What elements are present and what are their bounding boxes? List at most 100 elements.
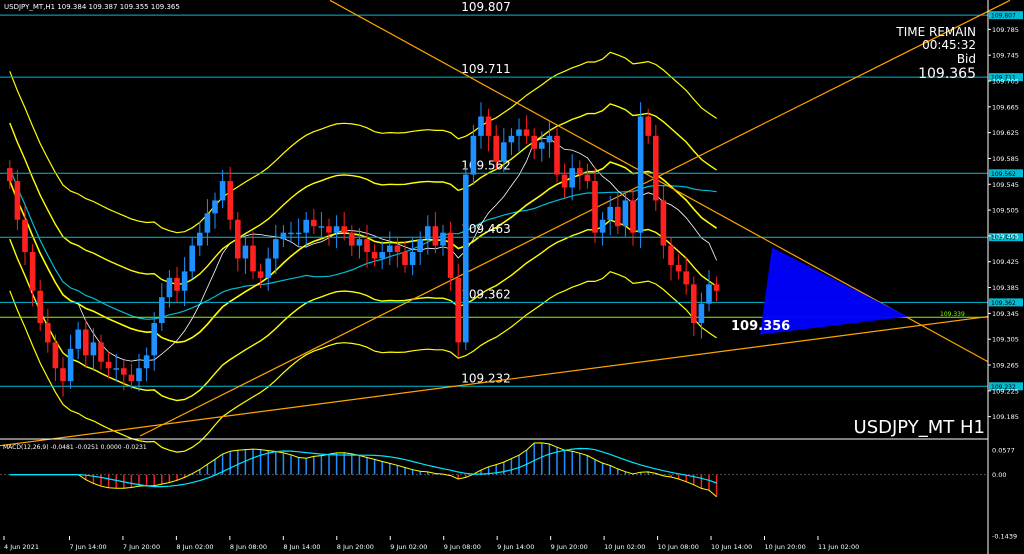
y-tick-label: 109.745 (992, 52, 1019, 60)
y-tick-label: 109.705 (992, 78, 1019, 86)
candle-body (675, 264, 682, 272)
candle-body (349, 232, 355, 246)
candle-body (242, 245, 249, 259)
candle-body (516, 129, 522, 136)
x-tick-label: 7 Jun 20:00 (123, 543, 160, 551)
candle-body (508, 135, 515, 143)
candle-body (295, 232, 302, 235)
y-tick-label: 109.545 (992, 181, 1019, 189)
y-tick-label: 109.585 (992, 155, 1019, 163)
level-tag-text: 109.807 (991, 13, 1016, 20)
candle-body (29, 252, 36, 291)
x-tick-label: 9 Jun 14:00 (497, 543, 534, 551)
candle-body (318, 226, 325, 228)
current-price-label: 109.356 (731, 319, 790, 334)
candle-body (159, 297, 165, 324)
bid-label: Bid (957, 52, 976, 66)
candle-body (52, 342, 59, 369)
level-tag-text: 109.562 (991, 171, 1016, 178)
candle-body (83, 329, 89, 356)
level-label: 109.711 (461, 62, 511, 76)
candle-body (121, 368, 127, 375)
candle-body (561, 174, 568, 188)
x-tick-label: 9 Jun 02:00 (390, 543, 427, 551)
candle-body (447, 232, 454, 278)
candle-body (379, 252, 385, 259)
x-tick-label: 9 Jun 08:00 (444, 543, 481, 551)
time-remain-value: 00:45:32 (922, 38, 976, 52)
candle-body (128, 374, 135, 382)
candle-body (691, 284, 697, 324)
candle-body (219, 181, 226, 201)
candle-body (409, 252, 416, 265)
candle-body (14, 181, 21, 220)
y-tick-label: 109.305 (992, 336, 1019, 344)
x-tick-label: 10 Jun 20:00 (764, 543, 805, 551)
candle-body (668, 245, 674, 265)
candle-body (356, 239, 363, 246)
candle-body (706, 284, 712, 304)
candle-body (630, 200, 636, 233)
candle-body (90, 342, 97, 356)
candle-body (417, 239, 423, 253)
candle-body (698, 303, 705, 324)
candle-body (607, 206, 613, 220)
x-tick-label: 11 Jun 02:00 (818, 543, 859, 551)
candle-body (45, 323, 51, 343)
candle-body (75, 329, 81, 349)
candle-body (637, 116, 644, 233)
candle-body (653, 135, 659, 201)
level-label: 109.463 (461, 222, 511, 236)
candle-body (584, 174, 591, 182)
candle-body (660, 200, 667, 246)
y-tick-label: 109.265 (992, 362, 1019, 370)
x-tick-label: 10 Jun 02:00 (604, 543, 645, 551)
candle-body (280, 232, 287, 240)
candle-body (189, 245, 195, 272)
candle-body (713, 284, 720, 291)
candle-body (478, 116, 484, 136)
candle-body (227, 181, 233, 220)
candle-body (539, 142, 545, 149)
level-tag-text: 109.362 (991, 300, 1016, 307)
candle-body (645, 116, 651, 136)
candle-body (470, 135, 477, 175)
macd-label: MACD(12,26,9) -0.0481 -0.0251 0.0000 -0.… (3, 444, 147, 451)
symbol-watermark: USDJPY_MT H1 (854, 417, 985, 438)
candle-body (683, 271, 689, 285)
y-tick-label: 109.785 (992, 26, 1019, 34)
candle-body (387, 245, 393, 253)
time-remain-label: TIME REMAIN (895, 25, 976, 39)
candle-body (493, 135, 499, 162)
candle-body (288, 232, 294, 235)
candle-body (67, 348, 74, 382)
y-tick-label: 109.225 (992, 387, 1019, 395)
candle-body (235, 219, 241, 259)
x-tick-label: 8 Jun 14:00 (283, 543, 320, 551)
candle-body (105, 361, 112, 369)
candle-body (455, 277, 461, 343)
candle-body (60, 368, 66, 382)
x-tick-label: 4 Jun 2021 (4, 543, 39, 551)
level-label: 109.362 (461, 287, 511, 301)
candle-body (151, 323, 157, 356)
candle-body (402, 252, 408, 265)
candle-body (143, 355, 150, 369)
x-tick-label: 8 Jun 08:00 (230, 543, 267, 551)
candle-body (554, 135, 560, 175)
candle-body (7, 168, 13, 182)
y-tick-label: 109.185 (992, 413, 1019, 421)
macd-tick-label: 0.00 (992, 471, 1006, 479)
x-tick-label: 8 Jun 20:00 (337, 543, 374, 551)
candle-body (166, 277, 173, 298)
candle-body (265, 258, 271, 278)
candle-body (333, 226, 340, 233)
candle-body (546, 135, 553, 143)
x-tick-label: 7 Jun 14:00 (69, 543, 106, 551)
price-chart[interactable]: 109.807109.807109.711109.711109.562109.5… (0, 0, 1024, 554)
macd-tick-label: -0.1439 (992, 533, 1017, 541)
candle-body (569, 168, 575, 188)
candle-body (303, 219, 309, 233)
candle-body (37, 290, 43, 324)
level-label: 109.807 (461, 0, 511, 14)
